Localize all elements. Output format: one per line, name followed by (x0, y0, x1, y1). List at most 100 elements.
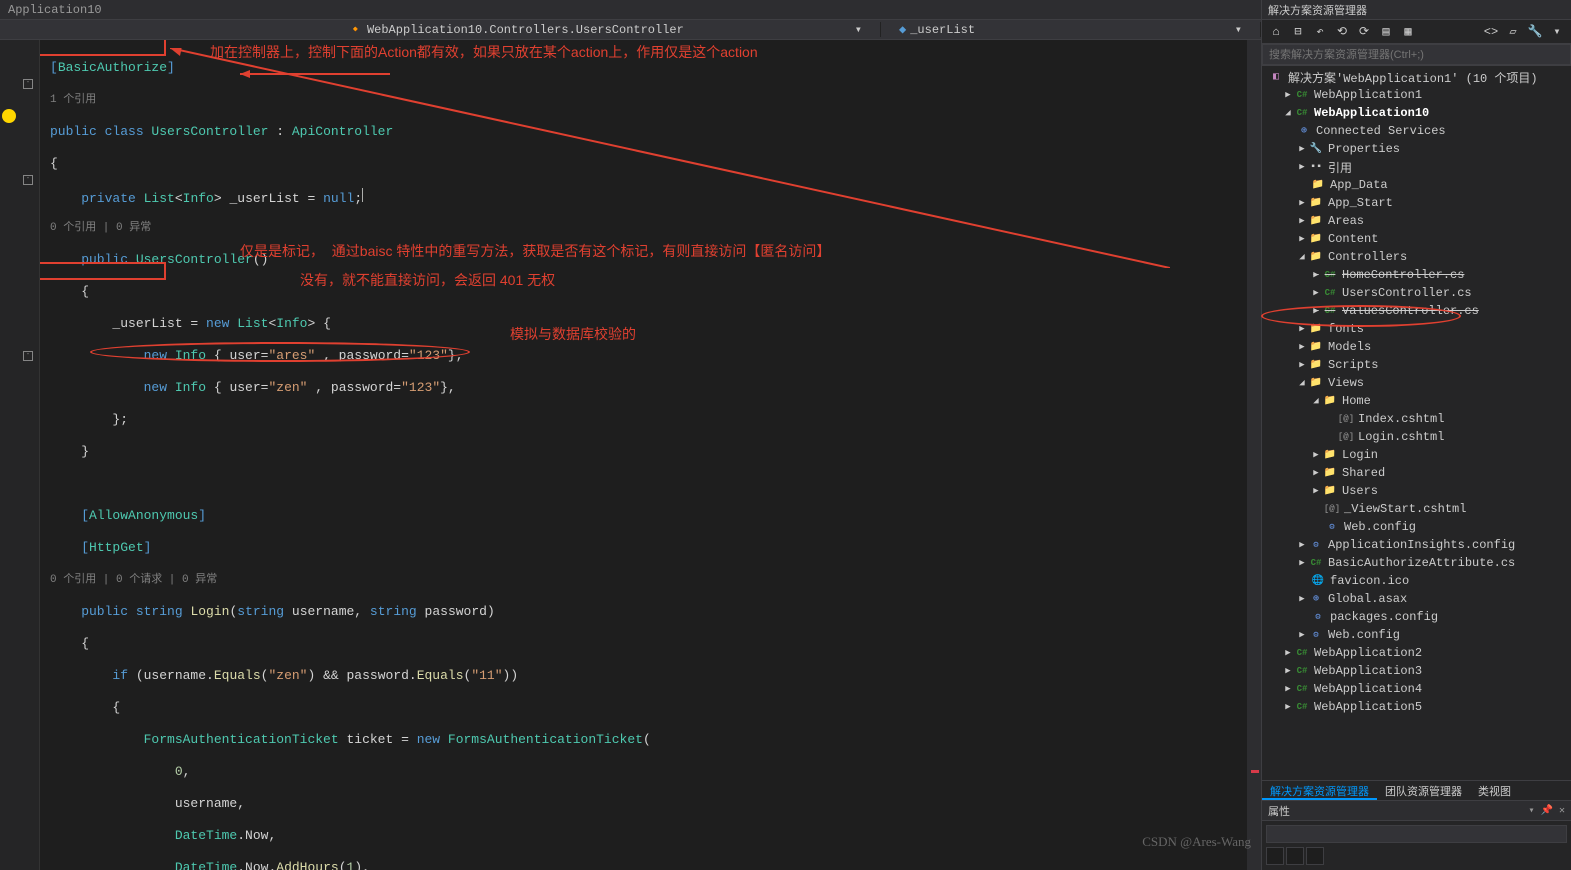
folder-icon: 📁 (1322, 394, 1338, 408)
tree-folder[interactable]: ▶📁Users (1262, 482, 1571, 500)
explorer-toolbar: ⌂ ⊟ ↶ ⟲ ⟳ ▤ ▦ <> ▱ 🔧 ▾ (1262, 20, 1571, 44)
tree-file[interactable]: ⚙Web.config (1262, 518, 1571, 536)
tree-folder[interactable]: 📁App_Data (1262, 176, 1571, 194)
tree-folder[interactable]: ▶📁fonts (1262, 320, 1571, 338)
tree-folder[interactable]: ▶📁Shared (1262, 464, 1571, 482)
project-node[interactable]: ▶C#WebApplication1 (1262, 86, 1571, 104)
project-node[interactable]: ▶C#WebApplication2 (1262, 644, 1571, 662)
prop-cat-icon[interactable] (1266, 847, 1284, 865)
tree-file[interactable]: ▶⚙ApplicationInsights.config (1262, 536, 1571, 554)
properties-header: 属性 ▾ 📌 ✕ (1262, 800, 1571, 820)
breadcrumb: 🔸WebApplication10.Controllers.UsersContr… (0, 20, 1261, 40)
tree-item[interactable]: ▶🔧Properties (1262, 140, 1571, 158)
active-tab[interactable]: Application10 (8, 3, 102, 17)
document-tabs[interactable]: Application10 (0, 0, 1261, 20)
showall-icon[interactable]: ▤ (1376, 22, 1396, 42)
search-input[interactable] (1262, 44, 1571, 65)
folder-icon: 📁 (1308, 376, 1324, 390)
wrench-icon: 🔧 (1308, 142, 1324, 156)
explorer-search[interactable] (1262, 44, 1571, 66)
sync-icon[interactable]: ⟲ (1332, 22, 1352, 42)
tab-team-explorer[interactable]: 团队资源管理器 (1377, 781, 1470, 800)
back-icon[interactable]: ↶ (1310, 22, 1330, 42)
csharp-icon: C# (1322, 268, 1338, 282)
chevron-right-icon[interactable]: ▶ (1296, 144, 1308, 154)
scrollbar[interactable] (1247, 40, 1261, 870)
tree-folder[interactable]: ▶📁Scripts (1262, 356, 1571, 374)
code-icon[interactable]: <> (1481, 22, 1501, 42)
tree-item[interactable]: ⊕Connected Services (1262, 122, 1571, 140)
folder-icon: 📁 (1322, 484, 1338, 498)
folder-icon: 📁 (1322, 448, 1338, 462)
code-editor[interactable]: [BasicAuthorize] 1 个引用 public class User… (40, 40, 1261, 870)
lightbulb-icon[interactable] (2, 109, 16, 123)
props-icon[interactable]: ▦ (1398, 22, 1418, 42)
tree-file-active[interactable]: ▶C#UsersController.cs (1262, 284, 1571, 302)
project-node[interactable]: ▶C#WebApplication3 (1262, 662, 1571, 680)
tree-folder[interactable]: ▶📁Content (1262, 230, 1571, 248)
project-node[interactable]: ▶C#WebApplication5 (1262, 698, 1571, 716)
chevron-right-icon[interactable]: ▶ (1296, 234, 1308, 244)
fold-icon[interactable]: - (23, 175, 33, 185)
bc-namespace[interactable]: 🔸WebApplication10.Controllers.UsersContr… (330, 22, 881, 37)
tree-file[interactable]: ▶⚙Web.config (1262, 626, 1571, 644)
watermark: CSDN @Ares-Wang (1142, 834, 1251, 850)
chevron-right-icon[interactable]: ▶ (1296, 162, 1308, 172)
tree-file[interactable]: ▶⊕Global.asax (1262, 590, 1571, 608)
config-icon: ⚙ (1310, 610, 1326, 624)
tree-file[interactable]: ▶C#ValuesController.cs (1262, 302, 1571, 320)
folder-icon: 📁 (1308, 340, 1324, 354)
csharp-icon: C# (1322, 304, 1338, 318)
chevron-right-icon[interactable]: ▶ (1282, 90, 1294, 100)
tree-file[interactable]: [@]_ViewStart.cshtml (1262, 500, 1571, 518)
bc-member[interactable]: ◆_userList▾ (881, 22, 1261, 37)
project-node-active[interactable]: ◢C#WebApplication10 (1262, 104, 1571, 122)
tree-file[interactable]: ▶C#BasicAuthorizeAttribute.cs (1262, 554, 1571, 572)
solution-tree[interactable]: ◧解决方案'WebApplication1' (10 个项目) ▶C#WebAp… (1262, 66, 1571, 780)
tree-file[interactable]: ⚙packages.config (1262, 608, 1571, 626)
tab-solution-explorer[interactable]: 解决方案资源管理器 (1262, 781, 1377, 800)
references-icon: ▪▪ (1308, 160, 1324, 174)
folder-icon: 📁 (1308, 196, 1324, 210)
solution-explorer-panel: 解决方案资源管理器 ⌂ ⊟ ↶ ⟲ ⟳ ▤ ▦ <> ▱ 🔧 ▾ ◧解决方案'W… (1261, 0, 1571, 870)
prop-az-icon[interactable] (1286, 847, 1304, 865)
fold-icon[interactable]: - (23, 351, 33, 361)
chevron-down-icon[interactable]: ◢ (1296, 378, 1308, 388)
project-node[interactable]: ▶C#WebApplication4 (1262, 680, 1571, 698)
preview-icon[interactable]: ▱ (1503, 22, 1523, 42)
tree-folder[interactable]: ▶📁Areas (1262, 212, 1571, 230)
chevron-right-icon[interactable]: ▶ (1296, 198, 1308, 208)
field-icon: ◆ (899, 22, 906, 37)
csharp-icon: C# (1294, 88, 1310, 102)
tree-folder[interactable]: ▶📁Models (1262, 338, 1571, 356)
home-icon[interactable]: ⌂ (1266, 22, 1286, 42)
more-icon[interactable]: ▾ (1547, 22, 1567, 42)
csharp-icon: C# (1294, 664, 1310, 678)
refresh-icon[interactable]: ⟳ (1354, 22, 1374, 42)
prop-page-icon[interactable] (1306, 847, 1324, 865)
tree-folder[interactable]: ◢📁Home (1262, 392, 1571, 410)
tree-file[interactable]: ▶C#HomeController.cs (1262, 266, 1571, 284)
tree-folder[interactable]: ▶📁App_Start (1262, 194, 1571, 212)
editor-gutter: - - - (0, 40, 40, 870)
collapse-icon[interactable]: ⊟ (1288, 22, 1308, 42)
chevron-right-icon[interactable]: ▶ (1296, 216, 1308, 226)
tab-class-view[interactable]: 类视图 (1470, 781, 1519, 800)
class-icon: 🔸 (348, 22, 363, 37)
wrench-icon[interactable]: 🔧 (1525, 22, 1545, 42)
favicon-icon: 🌐 (1310, 574, 1326, 588)
tree-folder[interactable]: ◢📁Views (1262, 374, 1571, 392)
chevron-down-icon[interactable]: ◢ (1282, 108, 1294, 118)
chevron-down-icon[interactable]: ◢ (1296, 252, 1308, 262)
tree-file[interactable]: [@]Index.cshtml (1262, 410, 1571, 428)
tree-item[interactable]: ▶▪▪引用 (1262, 158, 1571, 176)
tree-file[interactable]: [@]Login.cshtml (1262, 428, 1571, 446)
solution-node[interactable]: ◧解决方案'WebApplication1' (10 个项目) (1262, 68, 1571, 86)
tree-file[interactable]: 🌐favicon.ico (1262, 572, 1571, 590)
fold-icon[interactable]: - (23, 79, 33, 89)
panel-tabs[interactable]: 解决方案资源管理器 团队资源管理器 类视图 (1262, 780, 1571, 800)
chevron-down-icon[interactable]: ◢ (1310, 396, 1322, 406)
tree-folder[interactable]: ◢📁Controllers (1262, 248, 1571, 266)
pin-icon[interactable]: ▾ 📌 ✕ (1529, 806, 1566, 817)
tree-folder[interactable]: ▶📁Login (1262, 446, 1571, 464)
